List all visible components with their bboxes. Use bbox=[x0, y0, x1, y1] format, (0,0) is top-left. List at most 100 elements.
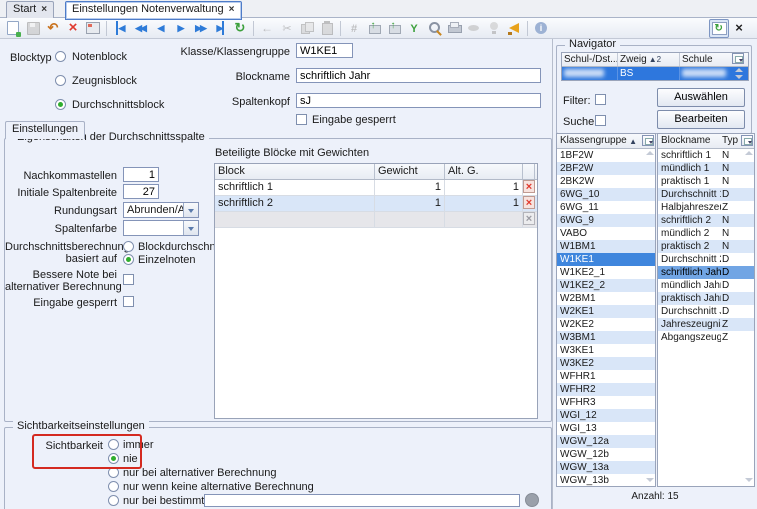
number-button[interactable] bbox=[344, 19, 364, 38]
scroll-up-icon[interactable] bbox=[646, 151, 653, 156]
klasse-input[interactable] bbox=[296, 43, 353, 58]
scroll-down-icon[interactable] bbox=[735, 75, 742, 80]
list-item[interactable]: praktisch JahrD bbox=[658, 292, 754, 305]
window-refresh-button[interactable] bbox=[709, 19, 729, 38]
list-item[interactable]: VABO bbox=[557, 227, 655, 240]
faecher-picker-button[interactable] bbox=[525, 493, 539, 507]
copy-button[interactable] bbox=[297, 19, 317, 38]
list-item[interactable]: WGW_12a bbox=[557, 435, 655, 448]
list-item[interactable]: mündlich JahrD bbox=[658, 279, 754, 292]
edit-grid-button[interactable] bbox=[83, 19, 103, 38]
list-item[interactable]: 6WG_11 bbox=[557, 201, 655, 214]
first-record-button[interactable]: ◀ bbox=[110, 19, 130, 38]
list-item[interactable]: W3KE1 bbox=[557, 344, 655, 357]
tab-einstellungen-section[interactable]: Einstellungen bbox=[5, 121, 85, 139]
delete-button[interactable] bbox=[63, 19, 83, 38]
list-item[interactable]: mündlich 2N bbox=[658, 227, 754, 240]
radio-durchschnittsblock[interactable] bbox=[55, 99, 66, 110]
list-item[interactable]: W3KE2 bbox=[557, 357, 655, 370]
list-item[interactable]: praktisch 1N bbox=[658, 175, 754, 188]
navigator-selected-row[interactable]: BS bbox=[562, 67, 748, 80]
scroll-up-icon[interactable] bbox=[745, 151, 752, 156]
list-item[interactable]: WGI_12 bbox=[557, 409, 655, 422]
cell-block[interactable]: schriftlich 1 bbox=[215, 180, 375, 195]
refresh-button[interactable] bbox=[230, 19, 250, 38]
next-record-button[interactable]: ▶ bbox=[170, 19, 190, 38]
cell-gewicht[interactable]: 1 bbox=[375, 180, 445, 195]
radio-nur-bei-faechern[interactable] bbox=[108, 495, 119, 506]
paste-button[interactable] bbox=[317, 19, 337, 38]
chevron-down-icon[interactable] bbox=[183, 203, 198, 217]
column-picker-icon[interactable] bbox=[642, 135, 654, 146]
scroll-up-icon[interactable] bbox=[735, 68, 742, 73]
delete-row-button[interactable]: × bbox=[523, 196, 535, 209]
list-item[interactable]: Durchschnitt J...D bbox=[658, 305, 754, 318]
close-panel-button[interactable] bbox=[729, 19, 749, 38]
table-row-empty[interactable]: × bbox=[215, 212, 537, 228]
list-item[interactable]: W1KE1 bbox=[557, 253, 655, 266]
list-item[interactable]: W3BM1 bbox=[557, 331, 655, 344]
cell-alt-g[interactable]: 1 bbox=[445, 196, 523, 211]
delete-row-button[interactable]: × bbox=[523, 180, 535, 193]
cell-alt-g[interactable]: 1 bbox=[445, 180, 523, 195]
list-item[interactable]: JahreszeugnisZ bbox=[658, 318, 754, 331]
faecher-input[interactable] bbox=[204, 494, 520, 507]
list-item[interactable]: 1BF2W bbox=[557, 149, 655, 162]
hint-button[interactable] bbox=[484, 19, 504, 38]
suche-checkbox[interactable] bbox=[595, 115, 606, 126]
col-gewicht[interactable]: Gewicht bbox=[375, 164, 445, 179]
notification-button[interactable] bbox=[504, 19, 524, 38]
import-button[interactable] bbox=[364, 19, 384, 38]
list-item[interactable]: W2KE1 bbox=[557, 305, 655, 318]
blockname-input[interactable] bbox=[296, 68, 541, 83]
auswaehlen-button[interactable]: Auswählen bbox=[657, 88, 745, 107]
navigate-back-button[interactable] bbox=[257, 19, 277, 38]
print-button[interactable] bbox=[444, 19, 464, 38]
merge-button[interactable] bbox=[404, 19, 424, 38]
cell-block[interactable]: schriftlich 2 bbox=[215, 196, 375, 211]
col-zweig[interactable]: Zweig▲2 bbox=[618, 53, 680, 66]
rundungsart-select[interactable]: Abrunden/Abschne bbox=[123, 202, 199, 218]
scroll-down-icon[interactable] bbox=[646, 478, 653, 483]
list-item[interactable]: 6WG_10 bbox=[557, 188, 655, 201]
radio-notenblock[interactable] bbox=[55, 51, 66, 62]
bearbeiten-button[interactable]: Bearbeiten bbox=[657, 110, 745, 129]
tab-start[interactable]: Start× bbox=[6, 1, 54, 18]
klassengruppe-header[interactable]: Klassengruppe ▲ bbox=[557, 134, 655, 149]
list-item[interactable]: WGW_13a bbox=[557, 461, 655, 474]
radio-einzelnoten[interactable] bbox=[123, 254, 134, 265]
previous-record-button[interactable]: ◀ bbox=[150, 19, 170, 38]
radio-blockdurchschnitten[interactable] bbox=[123, 241, 134, 252]
spaltenkopf-input[interactable] bbox=[296, 93, 541, 108]
last-record-button[interactable]: ▶ bbox=[210, 19, 230, 38]
list-item[interactable]: WFHR3 bbox=[557, 396, 655, 409]
cut-button[interactable] bbox=[277, 19, 297, 38]
table-row[interactable]: schriftlich 1 1 1 × bbox=[215, 180, 537, 196]
list-item[interactable]: mündlich 1N bbox=[658, 162, 754, 175]
list-item[interactable]: W2KE2 bbox=[557, 318, 655, 331]
list-item[interactable]: W2BM1 bbox=[557, 292, 655, 305]
filter-checkbox[interactable] bbox=[595, 94, 606, 105]
list-item[interactable]: 2BF2W bbox=[557, 162, 655, 175]
fast-forward-button[interactable]: ▶▶ bbox=[190, 19, 210, 38]
col-block[interactable]: Block bbox=[215, 164, 375, 179]
list-item[interactable]: W1BM1 bbox=[557, 240, 655, 253]
list-item[interactable]: praktisch 2N bbox=[658, 240, 754, 253]
col-schul-dst[interactable]: Schul-/Dst....▲1 bbox=[562, 53, 618, 66]
table-row[interactable]: schriftlich 2 1 1 × bbox=[215, 196, 537, 212]
export-button[interactable] bbox=[384, 19, 404, 38]
cell-gewicht[interactable]: 1 bbox=[375, 196, 445, 211]
radio-nur-wenn-keine[interactable] bbox=[108, 481, 119, 492]
list-item[interactable]: Halbjahreszeu...Z bbox=[658, 201, 754, 214]
list-item[interactable]: W1KE2_2 bbox=[557, 279, 655, 292]
nachkommastellen-input[interactable] bbox=[123, 167, 159, 182]
list-item[interactable]: 6WG_9 bbox=[557, 214, 655, 227]
search-button[interactable] bbox=[424, 19, 444, 38]
preview-button[interactable] bbox=[464, 19, 484, 38]
list-item[interactable]: WFHR1 bbox=[557, 370, 655, 383]
tab-einstellungen-notenverwaltung[interactable]: Einstellungen Notenverwaltung× bbox=[65, 1, 242, 20]
scroll-down-icon[interactable] bbox=[745, 478, 752, 483]
eingabe-gesperrt-checkbox[interactable] bbox=[296, 114, 307, 125]
undo-button[interactable] bbox=[43, 19, 63, 38]
column-picker-icon[interactable] bbox=[732, 53, 744, 64]
